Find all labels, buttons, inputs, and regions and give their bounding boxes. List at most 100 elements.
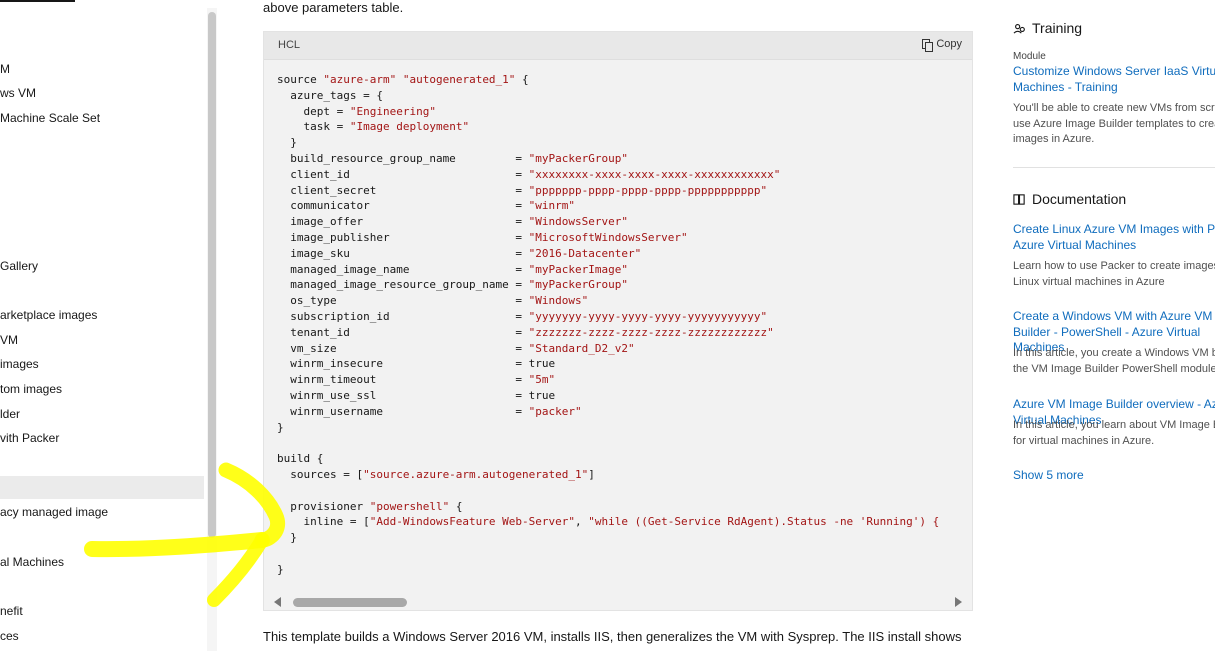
code-token: dept = <box>277 104 350 118</box>
code-token: build_resource_group_name = <box>277 151 529 165</box>
nav-item[interactable]: ces <box>0 629 19 643</box>
code-string-token: "Image deployment" <box>349 120 470 134</box>
code-token: vm_size = <box>277 341 529 355</box>
code-line: winrm_use_ssl = true <box>277 388 972 404</box>
training-module-link[interactable]: Customize Windows Server IaaS Virtual Ma… <box>1013 64 1215 95</box>
code-string-token: "Add-WindowsFeature Web-Server" <box>369 515 576 529</box>
code-token: managed_image_name = <box>277 262 529 276</box>
code-language-label: HCL <box>278 39 301 51</box>
code-token: winrm_use_ssl = true <box>277 388 556 402</box>
doc-desc-windows-vm-powershell: In this article, you create a Windows VM… <box>1013 347 1215 375</box>
scroll-left-arrow-icon[interactable] <box>274 597 281 607</box>
code-line: } <box>277 135 972 151</box>
code-token: communicator = <box>277 199 529 213</box>
code-token: inline = [ <box>277 515 370 529</box>
code-token: os_type = <box>277 294 529 308</box>
code-token: client_secret = <box>277 183 529 197</box>
code-string-token: "yyyyyyy-yyyy-yyyy-yyyy-yyyyyyyyyyy" <box>528 309 768 323</box>
code-line: build { <box>277 451 972 467</box>
code-string-token: "Engineering" <box>349 104 436 118</box>
module-label: Module <box>1013 51 1046 62</box>
code-line: } <box>277 562 972 578</box>
code-token: image_sku = <box>277 246 529 260</box>
code-line: managed_image_name = "myPackerImage" <box>277 262 972 278</box>
nav-item[interactable]: tom images <box>0 382 62 396</box>
code-line: subscription_id = "yyyyyyy-yyyy-yyyy-yyy… <box>277 309 972 325</box>
code-string-token: "source.azure-arm.autogenerated_1" <box>363 467 589 481</box>
nav-item[interactable]: VM <box>0 333 18 347</box>
code-line: client_secret = "ppppppp-pppp-pppp-pppp-… <box>277 183 972 199</box>
code-token: managed_image_resource_group_name = <box>277 278 529 292</box>
code-string-token: "5m" <box>528 373 556 387</box>
nav-item[interactable]: vith Packer <box>0 431 59 445</box>
code-token: provisioner <box>277 499 370 513</box>
code-line: image_offer = "WindowsServer" <box>277 214 972 230</box>
nav-item[interactable]: Machine Scale Set <box>0 111 100 125</box>
copy-button-label: Copy <box>936 38 962 50</box>
code-line: dept = "Engineering" <box>277 104 972 120</box>
code-string-token: "autogenerated_1" <box>402 73 516 86</box>
code-token: } <box>277 531 297 545</box>
nav-item[interactable]: arketplace images <box>0 308 97 322</box>
code-line: inline = ["Add-WindowsFeature Web-Server… <box>277 514 972 530</box>
training-icon <box>1013 23 1025 34</box>
code-token: sources = [ <box>277 467 364 481</box>
code-string-token: "while ((Get-Service RdAgent).Status -ne… <box>588 515 940 529</box>
nav-item[interactable]: Gallery <box>0 259 38 273</box>
code-line: managed_image_resource_group_name = "myP… <box>277 277 972 293</box>
code-token: task = <box>277 120 350 134</box>
rail-divider <box>1013 167 1215 168</box>
code-horizontal-scrollbar[interactable] <box>264 594 972 610</box>
code-token: ] <box>588 467 595 481</box>
code-line: vm_size = "Standard_D2_v2" <box>277 341 972 357</box>
code-block: HCL Copy source "azure-arm" "autogenerat… <box>263 31 973 611</box>
nav-item[interactable]: M <box>0 62 10 76</box>
show-more-link[interactable]: Show 5 more <box>1013 468 1215 484</box>
code-token: winrm_username = <box>277 404 529 418</box>
documentation-heading-label: Documentation <box>1032 191 1127 207</box>
code-string-token: "myPackerImage" <box>528 262 629 276</box>
nav-item[interactable]: images <box>0 357 39 371</box>
training-module-description: You'll be able to create new VMs from sc… <box>1013 102 1215 145</box>
code-string-token: "zzzzzzz-zzzz-zzzz-zzzz-zzzzzzzzzzzz" <box>528 325 774 339</box>
code-line: client_id = "xxxxxxxx-xxxx-xxxx-xxxx-xxx… <box>277 167 972 183</box>
copy-button[interactable]: Copy <box>922 38 962 52</box>
scroll-right-arrow-icon[interactable] <box>955 597 962 607</box>
code-token: tenant_id = <box>277 325 529 339</box>
code-content: source "azure-arm" "autogenerated_1" { a… <box>277 72 972 592</box>
doc-desc-packer-linux: Learn how to use Packer to create images… <box>1013 260 1215 288</box>
code-line: winrm_username = "packer" <box>277 404 972 420</box>
nav-item[interactable]: al Machines <box>0 555 64 569</box>
code-token: client_id = <box>277 167 529 181</box>
code-line: image_sku = "2016-Datacenter" <box>277 246 972 262</box>
nav-active-item-highlight <box>0 476 204 499</box>
nav-scrollbar-thumb[interactable] <box>208 12 216 538</box>
code-line: communicator = "winrm" <box>277 198 972 214</box>
code-string-token: "ppppppp-pppp-pppp-pppp-ppppppppppp" <box>528 183 768 197</box>
code-scrollbar-thumb[interactable] <box>293 598 407 607</box>
code-string-token: "winrm" <box>528 199 576 213</box>
nav-item[interactable]: acy managed image <box>0 505 108 519</box>
code-token: } <box>277 136 297 150</box>
code-header: HCL Copy <box>264 32 972 60</box>
doc-desc-image-builder-overview: In this article, you learn about VM Imag… <box>1013 419 1215 447</box>
training-heading-label: Training <box>1032 20 1083 36</box>
code-token: azure_tags = { <box>277 88 383 102</box>
nav-item[interactable]: lder <box>0 407 20 421</box>
nav-item[interactable]: ws VM <box>0 86 36 100</box>
nav-item[interactable]: nefit <box>0 604 23 618</box>
code-string-token: "powershell" <box>369 499 450 513</box>
code-string-token: "Windows" <box>528 294 589 308</box>
code-line: image_publisher = "MicrosoftWindowsServe… <box>277 230 972 246</box>
code-string-token: "MicrosoftWindowsServer" <box>528 230 688 244</box>
code-token: { <box>515 73 529 86</box>
code-string-token: "xxxxxxxx-xxxx-xxxx-xxxx-xxxxxxxxxxxx" <box>528 167 781 181</box>
code-line: winrm_insecure = true <box>277 356 972 372</box>
code-token: winrm_timeout = <box>277 373 529 387</box>
outro-text: This template builds a Windows Server 20… <box>263 629 962 644</box>
code-line: os_type = "Windows" <box>277 293 972 309</box>
doc-link-packer-linux[interactable]: Create Linux Azure VM Images with Packer… <box>1013 222 1215 253</box>
